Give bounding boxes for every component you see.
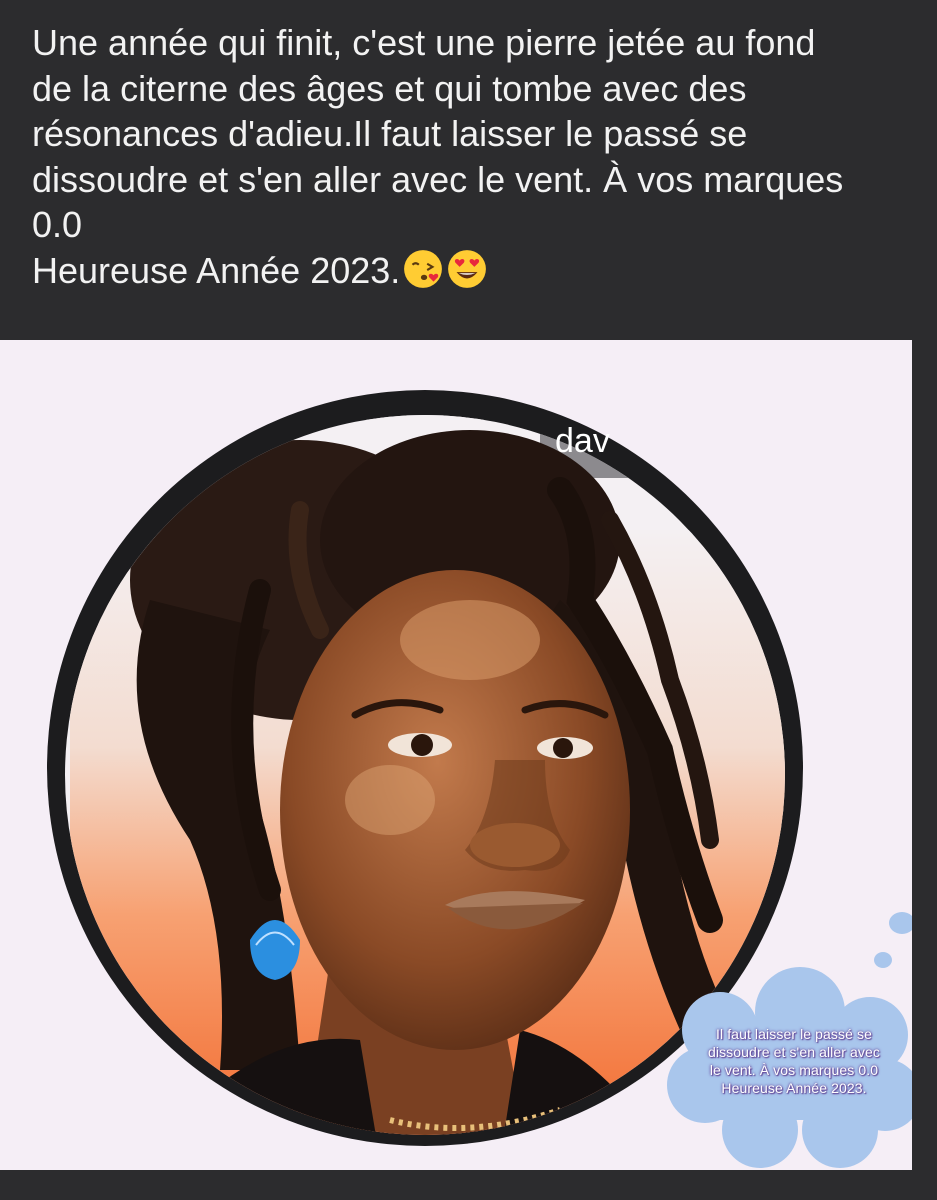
caption-line: de la citerne des âges et qui tombe avec… [32,67,747,109]
smiling-face-heart-eyes-icon [448,249,487,288]
face-blowing-kiss-icon [404,249,443,288]
bottom-margin [0,1170,937,1200]
caption-line: 0.0 [32,204,83,245]
divider [0,318,937,340]
caption-line: Une année qui finit, c'est une pierre je… [32,22,816,63]
social-post: Une année qui finit, c'est une pierre je… [0,0,937,1200]
caption-line: Heureuse Année 2023. [32,249,401,291]
watermark: dav [555,422,610,460]
caption-last-line: Heureuse Année 2023. [32,248,912,294]
bubble-line: Heureuse Année 2023. [721,1080,867,1096]
caption-emojis [402,248,488,290]
right-margin [912,340,937,1170]
caption-line: résonances d'adieu.Il faut laisser le pa… [32,113,748,154]
caption-line: dissoudre et s'en aller avec le vent. À … [32,158,844,200]
bubble-line: le vent. À vos marques 0.0 [709,1062,879,1078]
bubble-text: Il faut laisser le passé se dissoudre et… [683,1025,905,1097]
bubble-line: dissoudre et s'en aller avec [707,1044,880,1060]
post-caption: Une année qui finit, c'est une pierre je… [32,20,912,293]
bubble-line: Il faut laisser le passé se [716,1026,872,1042]
